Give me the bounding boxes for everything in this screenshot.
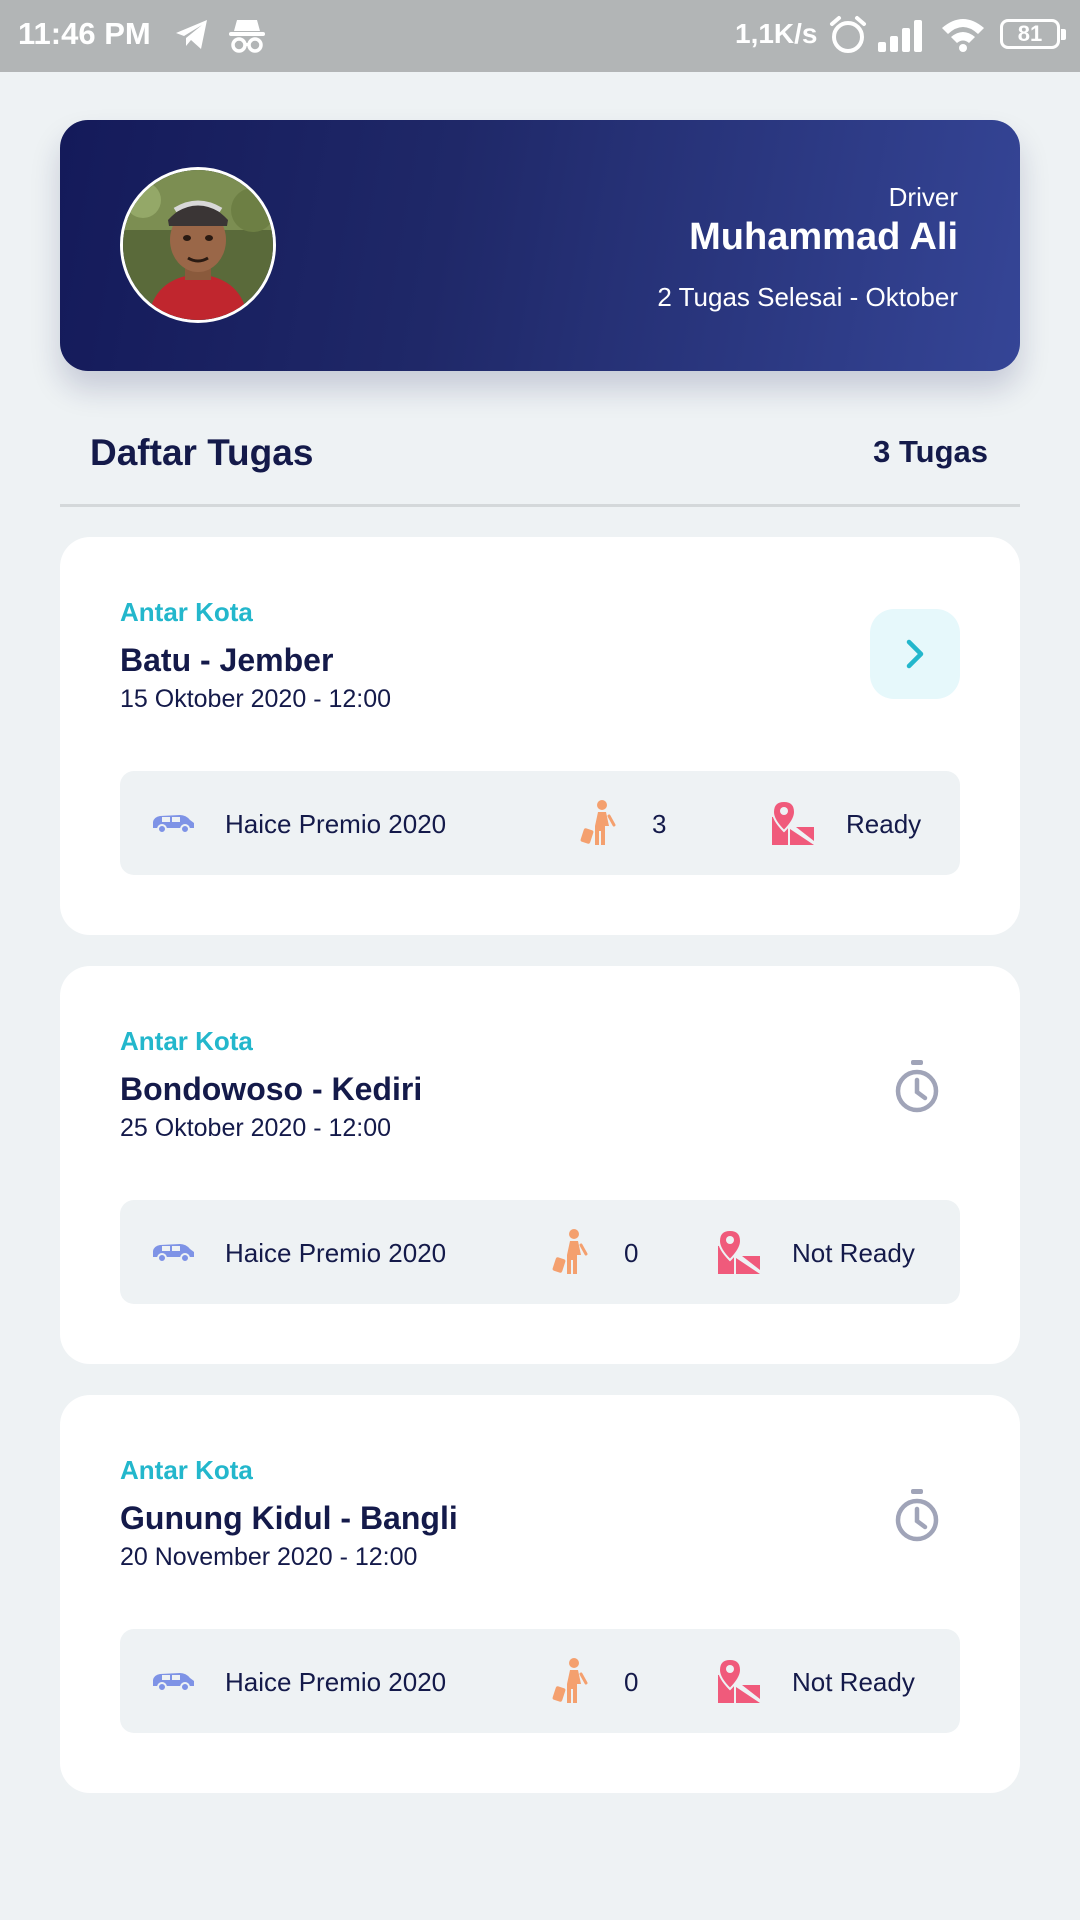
task-card[interactable]: Antar Kota Gunung Kidul - Bangli 20 Nove…	[60, 1395, 1020, 1793]
status-time: 11:46 PM	[18, 16, 151, 51]
passenger-icon	[552, 1658, 588, 1703]
task-count: 3 Tugas	[873, 434, 988, 469]
task-route: Gunung Kidul - Bangli	[120, 1500, 458, 1536]
open-task-button[interactable]	[870, 609, 960, 699]
timer-icon	[895, 1489, 939, 1542]
task-info-bar: Haice Premio 2020 3 Ready	[120, 771, 960, 875]
alarm-icon	[830, 16, 866, 53]
passenger-count: 0	[624, 1667, 639, 1697]
task-type: Antar Kota	[120, 1455, 253, 1485]
completed-tasks-summary: 2 Tugas Selesai - Oktober	[657, 282, 958, 312]
battery-indicator: 81	[1000, 19, 1066, 49]
wifi-icon	[942, 19, 984, 52]
task-info-bar: Haice Premio 2020 0 Not Ready	[120, 1200, 960, 1304]
map-pin-icon	[717, 1657, 760, 1703]
task-info-bar: Haice Premio 2020 0 Not Ready	[120, 1629, 960, 1733]
task-card[interactable]: Antar Kota Batu - Jember 15 Oktober 2020…	[60, 537, 1020, 935]
divider	[60, 504, 1020, 507]
task-status: Not Ready	[792, 1238, 915, 1268]
telegram-icon	[176, 20, 207, 49]
map-pin-icon	[717, 1228, 760, 1274]
timer-icon	[895, 1060, 939, 1113]
incognito-icon	[229, 20, 265, 53]
task-datetime: 15 Oktober 2020 - 12:00	[120, 685, 392, 713]
vehicle-name: Haice Premio 2020	[225, 809, 447, 839]
task-list-title: Daftar Tugas	[90, 432, 314, 473]
chevron-right-icon	[906, 639, 924, 669]
passenger-icon	[580, 800, 616, 845]
vehicle-name: Haice Premio 2020	[225, 1238, 447, 1268]
driver-name: Muhammad Ali	[689, 216, 958, 258]
task-card[interactable]: Antar Kota Bondowoso - Kediri 25 Oktober…	[60, 966, 1020, 1364]
map-pin-icon	[771, 799, 814, 845]
task-datetime: 20 November 2020 - 12:00	[120, 1543, 418, 1571]
task-type: Antar Kota	[120, 1026, 253, 1056]
task-status: Not Ready	[792, 1667, 915, 1697]
signal-icon	[878, 20, 922, 52]
vehicle-name: Haice Premio 2020	[225, 1667, 447, 1697]
task-datetime: 25 Oktober 2020 - 12:00	[120, 1114, 392, 1142]
status-bar: 11:46 PM 1,1K/s 81	[0, 0, 1080, 72]
driver-role-label: Driver	[888, 182, 958, 212]
passenger-count: 0	[624, 1238, 639, 1268]
task-status: Ready	[846, 809, 922, 839]
passenger-icon	[552, 1229, 588, 1274]
avatar	[120, 167, 276, 323]
car-icon	[153, 1244, 194, 1263]
task-route: Batu - Jember	[120, 642, 334, 678]
passenger-count: 3	[652, 809, 667, 839]
car-icon	[153, 815, 194, 834]
network-speed: 1,1K/s	[735, 18, 818, 49]
task-route: Bondowoso - Kediri	[120, 1071, 423, 1107]
driver-profile-card: Driver Muhammad Ali 2 Tugas Selesai - Ok…	[60, 120, 1020, 371]
car-icon	[153, 1673, 194, 1692]
task-type: Antar Kota	[120, 597, 253, 627]
